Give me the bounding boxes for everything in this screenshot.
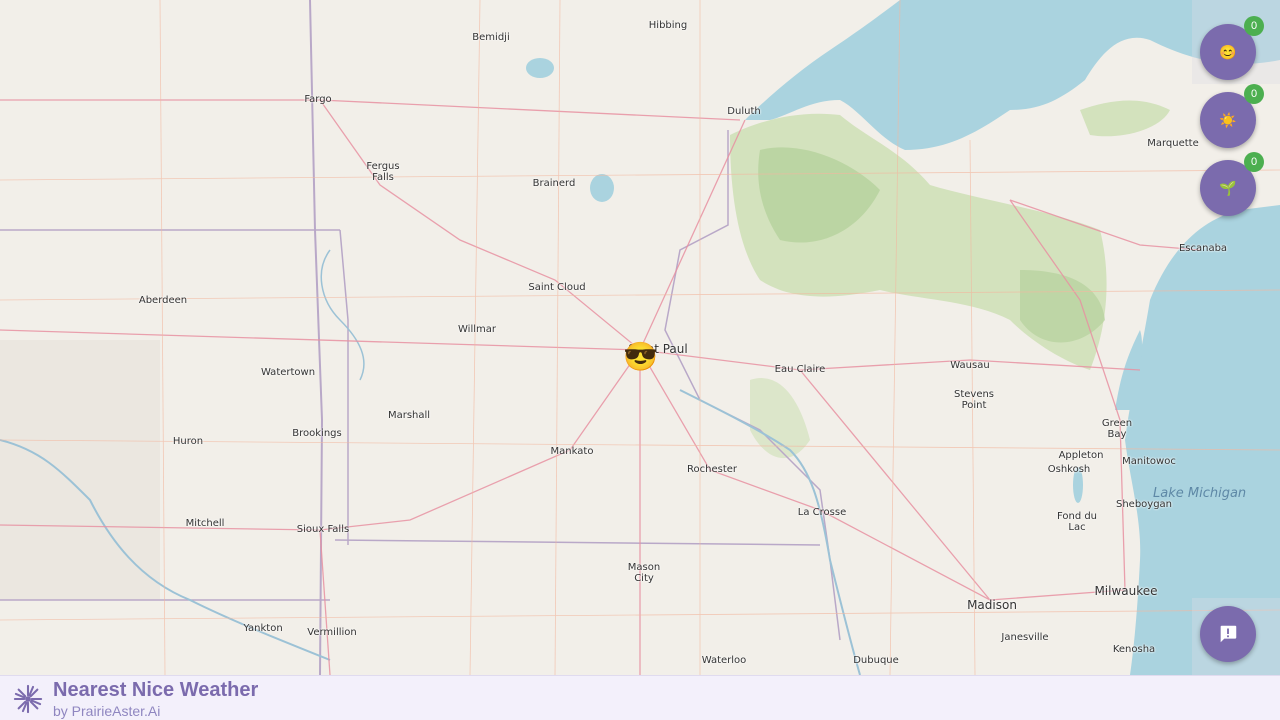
city-label-green-bay: Green Bay [1101, 418, 1133, 440]
city-label-fargo: Fargo [304, 94, 332, 105]
city-label-marquette: Marquette [1147, 138, 1199, 149]
feedback-button[interactable] [1200, 606, 1256, 662]
city-label-milwaukee: Milwaukee [1094, 584, 1158, 598]
city-label-mason-city: Mason City [627, 562, 661, 584]
city-label-willmar: Willmar [458, 324, 496, 335]
filter-button-weather[interactable]: ☀️ 0 [1200, 84, 1264, 148]
city-label-madison: Madison [967, 598, 1017, 612]
city-label-manitowoc: Manitowoc [1122, 456, 1176, 467]
city-label-brainerd: Brainerd [532, 178, 576, 189]
smile-emoji-icon: 😊 [1219, 43, 1237, 60]
sun-emoji-icon: ☀️ [1219, 111, 1237, 128]
user-location-marker[interactable]: 😎 [623, 342, 658, 376]
city-label-oshkosh: Oshkosh [1047, 464, 1091, 475]
city-label-janesville: Janesville [1001, 632, 1049, 643]
city-label-watertown: Watertown [260, 367, 316, 378]
city-label-wausau: Wausau [950, 360, 990, 371]
city-label-fond-du-lac: Fond du Lac [1056, 511, 1098, 533]
city-label-appleton: Appleton [1058, 450, 1104, 461]
city-label-waterloo: Waterloo [701, 655, 747, 666]
filter-count-badge: 0 [1244, 16, 1264, 36]
city-label-sioux-falls: Sioux Falls [296, 524, 350, 535]
city-label-bemidji: Bemidji [472, 32, 510, 43]
city-label-brookings: Brookings [292, 428, 342, 439]
filter-count-badge: 0 [1244, 84, 1264, 104]
city-label-kenosha: Kenosha [1112, 644, 1156, 655]
city-label-saint-cloud: Saint Cloud [528, 282, 586, 293]
city-label-la-crosse: La Crosse [797, 507, 847, 518]
city-label-vermillion: Vermillion [307, 627, 357, 638]
app-subtitle[interactable]: by PrairieAster.Ai [53, 703, 160, 719]
city-label-escanaba: Escanaba [1178, 243, 1228, 254]
aster-flower-logo-icon [13, 684, 43, 714]
city-label-mitchell: Mitchell [185, 518, 225, 529]
city-label-huron: Huron [172, 436, 204, 447]
feedback-icon [1220, 625, 1237, 643]
city-label-duluth: Duluth [727, 106, 761, 117]
city-label-rochester: Rochester [687, 464, 737, 475]
filter-count-badge: 0 [1244, 152, 1264, 172]
seedling-emoji-icon: 🌱 [1219, 179, 1237, 196]
city-label-marshall: Marshall [387, 410, 431, 421]
city-label-yankton: Yankton [243, 623, 283, 634]
lake-michigan-label: Lake Michigan [1153, 486, 1247, 501]
city-label-dubuque: Dubuque [853, 655, 899, 666]
city-label-eau-claire: Eau Claire [774, 364, 826, 375]
filter-button-mood[interactable]: 😊 0 [1200, 16, 1264, 80]
map-view[interactable]: Hibbing Bemidji Fargo Duluth Marquette F… [0, 0, 1280, 675]
app-title: Nearest Nice Weather [53, 679, 259, 701]
city-label-aberdeen: Aberdeen [138, 295, 188, 306]
app-footer: Nearest Nice Weather by PrairieAster.Ai [0, 675, 1280, 720]
city-label-fergus-falls: Fergus Falls [366, 161, 400, 183]
city-label-hibbing: Hibbing [648, 20, 688, 31]
city-label-mankato: Mankato [550, 446, 594, 457]
filter-button-nature[interactable]: 🌱 0 [1200, 152, 1264, 216]
city-label-stevens-point: Stevens Point [953, 389, 995, 411]
